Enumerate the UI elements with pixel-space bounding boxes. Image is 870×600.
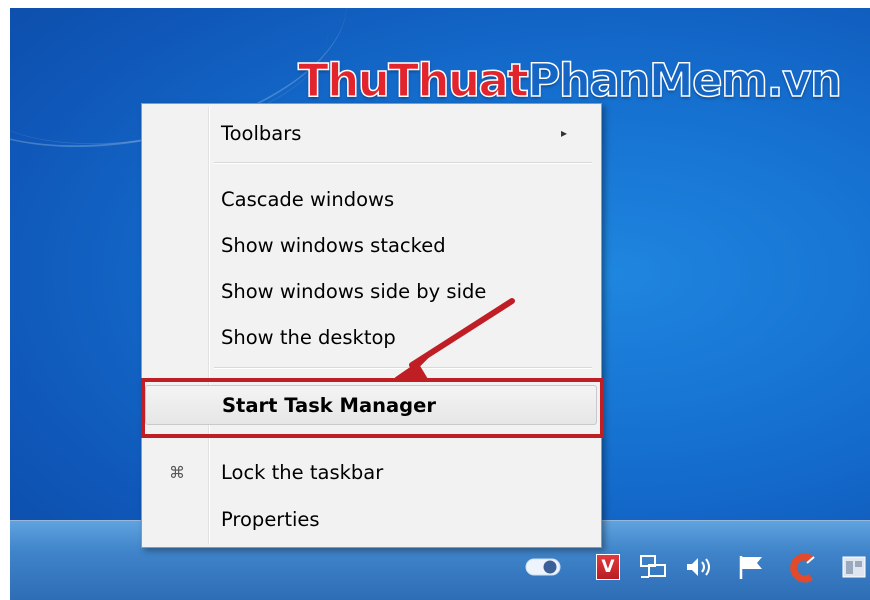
antivirus-icon[interactable]: V — [596, 554, 620, 580]
window-icon[interactable] — [839, 553, 869, 581]
screenshot: ThuThuatPhanMem.vn Toolbars ▸ Cascade wi… — [0, 0, 870, 600]
ccleaner-icon[interactable] — [786, 553, 818, 583]
network-icon[interactable] — [638, 553, 670, 581]
annotation-arrow — [395, 298, 515, 382]
toggle-icon[interactable] — [525, 553, 561, 581]
flag-icon[interactable] — [736, 553, 768, 581]
volume-icon[interactable] — [683, 553, 717, 581]
